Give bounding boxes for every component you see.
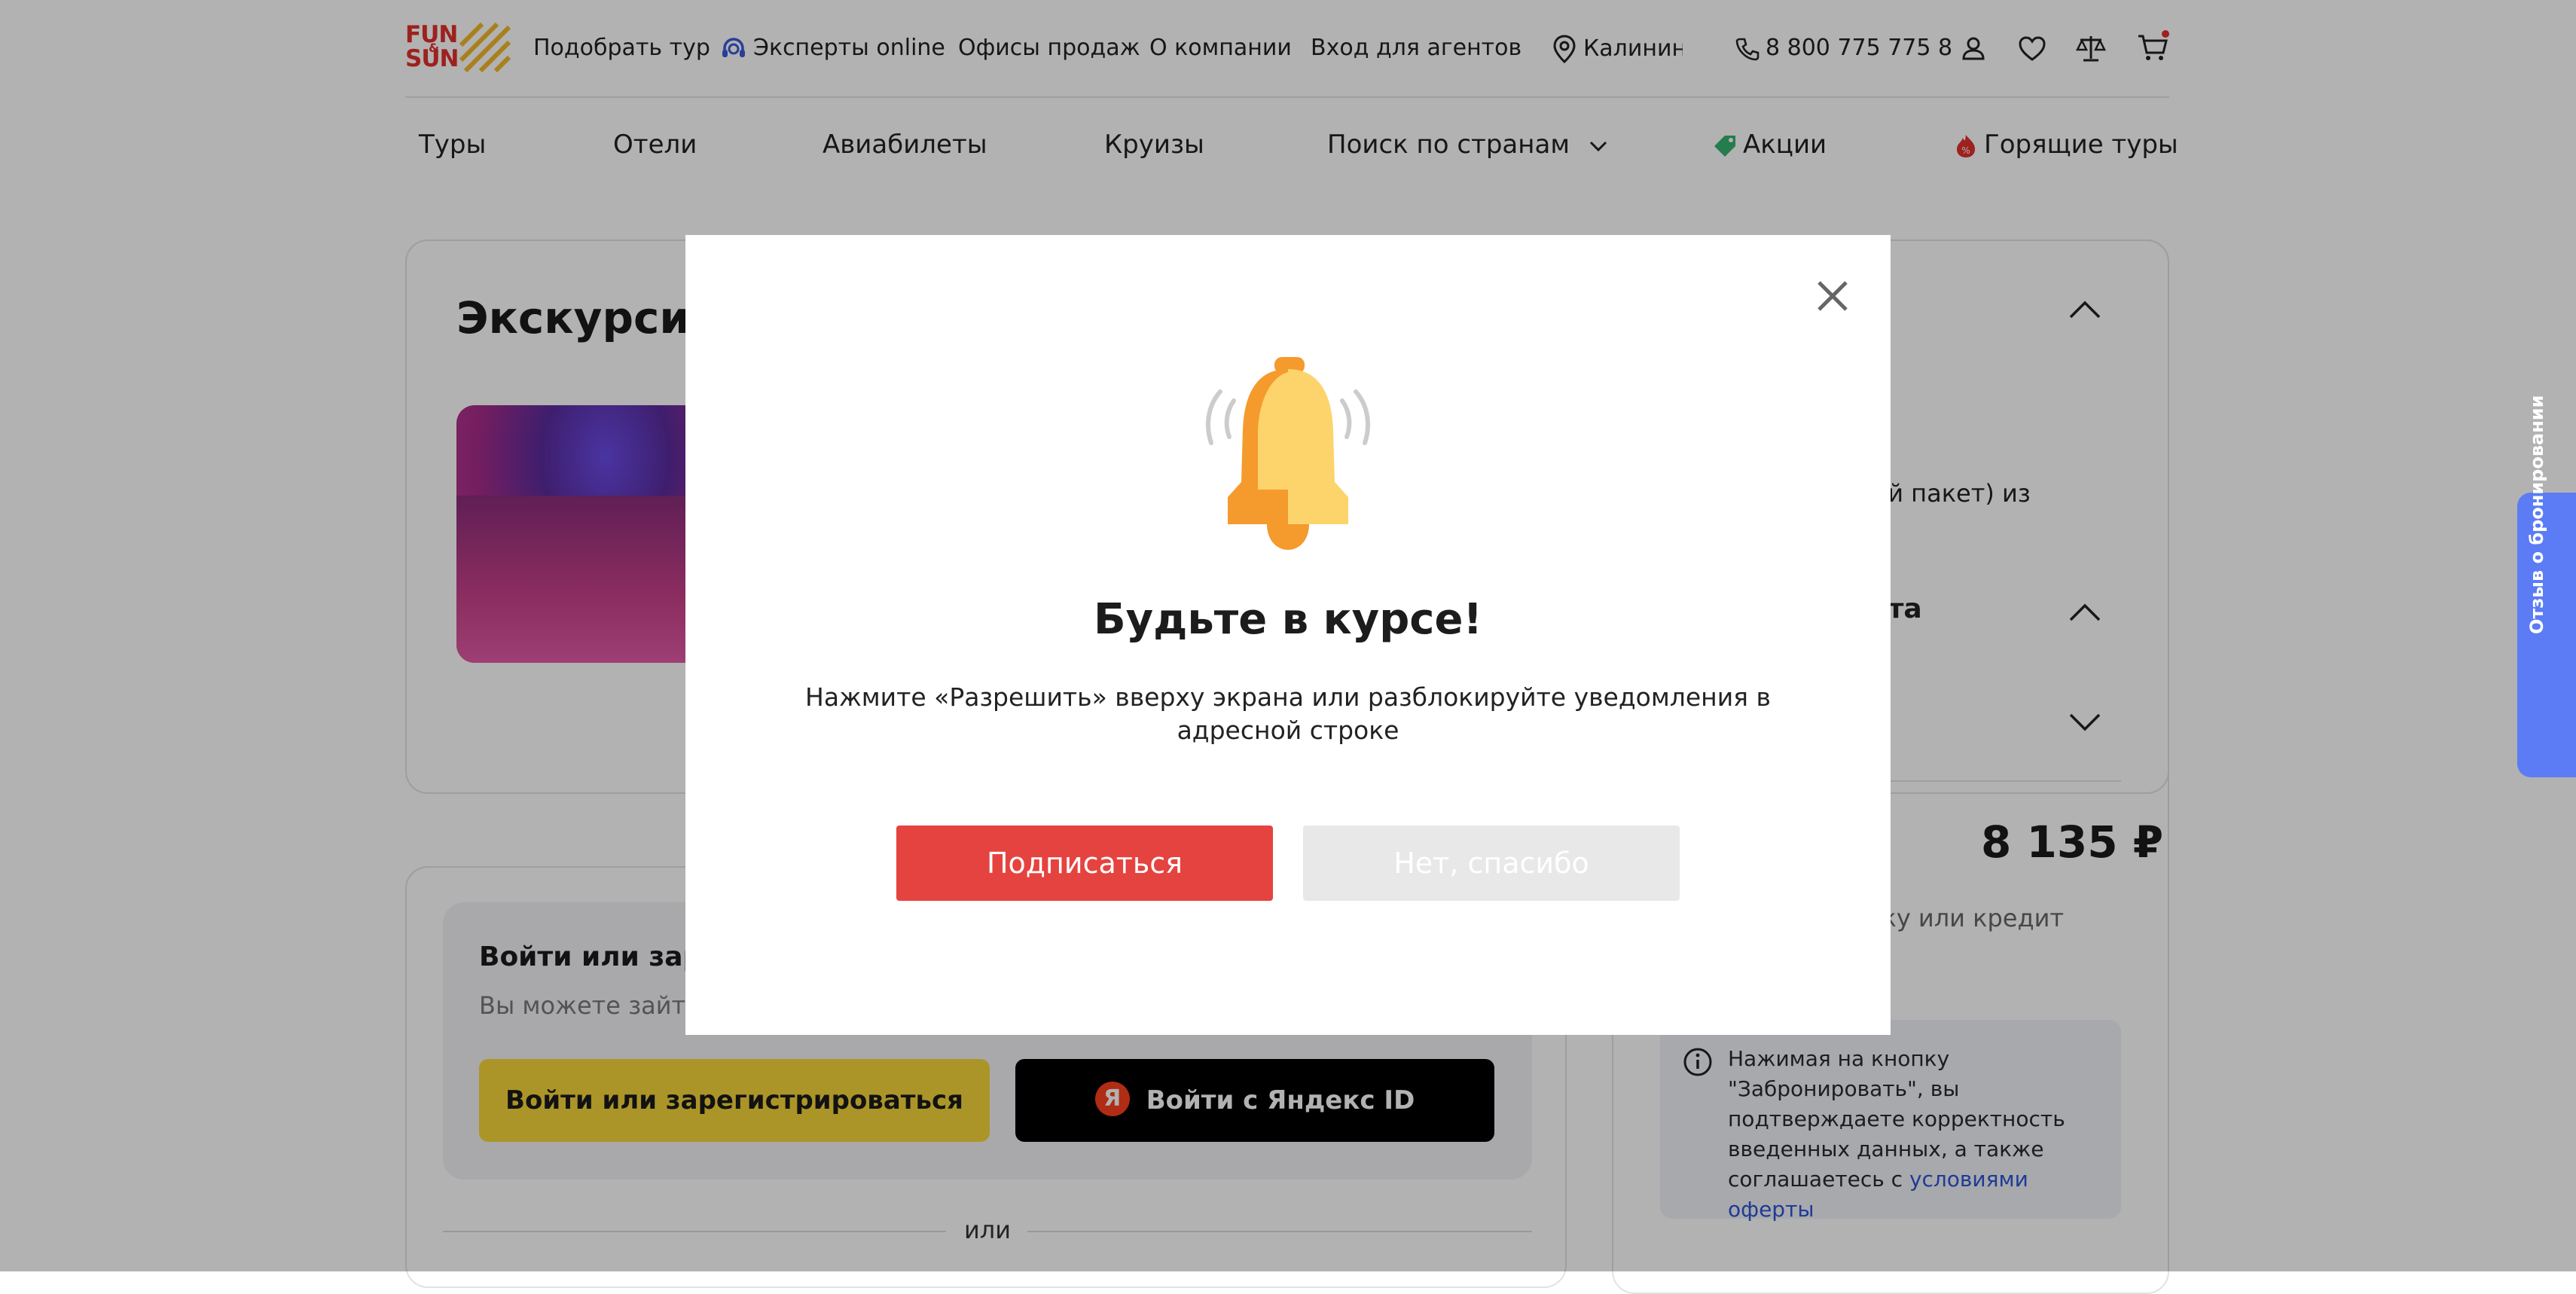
subscribe-button[interactable]: Подписаться bbox=[896, 826, 1273, 901]
decline-button[interactable]: Нет, спасибо bbox=[1303, 826, 1680, 901]
booking-feedback-tab[interactable]: Отзыв о бронировании bbox=[2517, 395, 2576, 777]
modal-text: Нажмите «Разрешить» вверху экрана или ра… bbox=[805, 682, 1771, 745]
booking-feedback-label: Отзыв о бронировании bbox=[2526, 395, 2547, 634]
close-icon[interactable] bbox=[1808, 271, 1857, 321]
modal-title: Будьте в курсе! bbox=[1093, 595, 1482, 644]
page: FUN & SUN Подобрать тур Эксперты online … bbox=[0, 0, 2576, 1294]
bell-icon bbox=[1206, 357, 1370, 550]
